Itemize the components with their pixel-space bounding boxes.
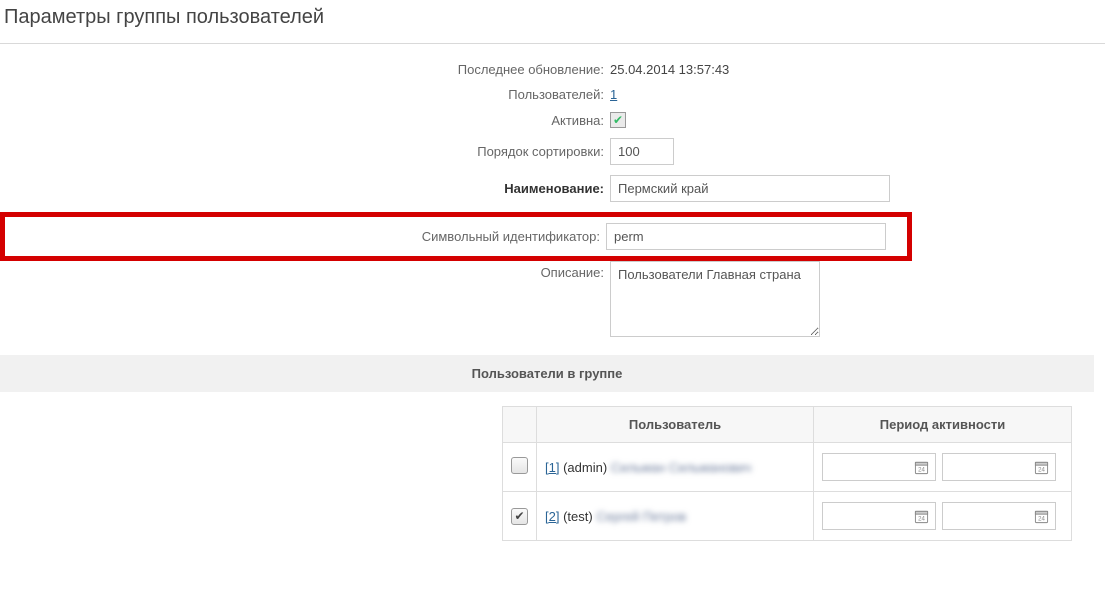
users-section-header: Пользователи в группе	[0, 355, 1094, 392]
symbolic-id-highlight: Символьный идентификатор:	[0, 212, 912, 261]
svg-text:24: 24	[1038, 466, 1045, 473]
sort-order-label: Порядок сортировки:	[0, 144, 610, 159]
row-checkbox[interactable]	[511, 457, 528, 474]
active-label: Активна:	[0, 113, 610, 128]
table-row: [1] (admin) Сильман Сильманович 24 24	[503, 443, 1072, 492]
user-id-link[interactable]: [1]	[545, 460, 559, 475]
svg-text:24: 24	[918, 515, 925, 522]
users-count-link[interactable]: 1	[610, 87, 617, 102]
user-login: (test)	[563, 509, 593, 524]
description-label: Описание:	[0, 261, 610, 280]
col-user: Пользователь	[537, 407, 814, 443]
user-id-link[interactable]: [2]	[545, 509, 559, 524]
page-title: Параметры группы пользователей	[0, 0, 1105, 44]
period-to-input[interactable]: 24	[942, 502, 1056, 530]
symbolic-id-label: Символьный идентификатор:	[5, 229, 606, 244]
table-row: ✔ [2] (test) Сергей Петров 24 24	[503, 492, 1072, 541]
row-checkbox[interactable]: ✔	[511, 508, 528, 525]
description-textarea[interactable]	[610, 261, 820, 337]
calendar-icon: 24	[1034, 509, 1049, 524]
users-count-label: Пользователей:	[0, 87, 610, 102]
symbolic-id-input[interactable]	[606, 223, 886, 250]
period-to-input[interactable]: 24	[942, 453, 1056, 481]
name-label: Наименование:	[0, 181, 610, 196]
calendar-icon: 24	[914, 460, 929, 475]
sort-order-input[interactable]	[610, 138, 674, 165]
users-table: Пользователь Период активности [1] (admi…	[502, 406, 1072, 541]
user-login: (admin)	[563, 460, 607, 475]
last-updated-value: 25.04.2014 13:57:43	[610, 62, 729, 77]
period-from-input[interactable]: 24	[822, 453, 936, 481]
svg-text:24: 24	[1038, 515, 1045, 522]
user-name: Сильман Сильманович	[611, 460, 752, 475]
calendar-icon: 24	[914, 509, 929, 524]
svg-text:24: 24	[918, 466, 925, 473]
calendar-icon: 24	[1034, 460, 1049, 475]
period-from-input[interactable]: 24	[822, 502, 936, 530]
last-updated-label: Последнее обновление:	[0, 62, 610, 77]
active-checkbox[interactable]: ✔	[610, 112, 626, 128]
name-input[interactable]	[610, 175, 890, 202]
col-period: Период активности	[814, 407, 1072, 443]
user-name: Сергей Петров	[596, 509, 686, 524]
